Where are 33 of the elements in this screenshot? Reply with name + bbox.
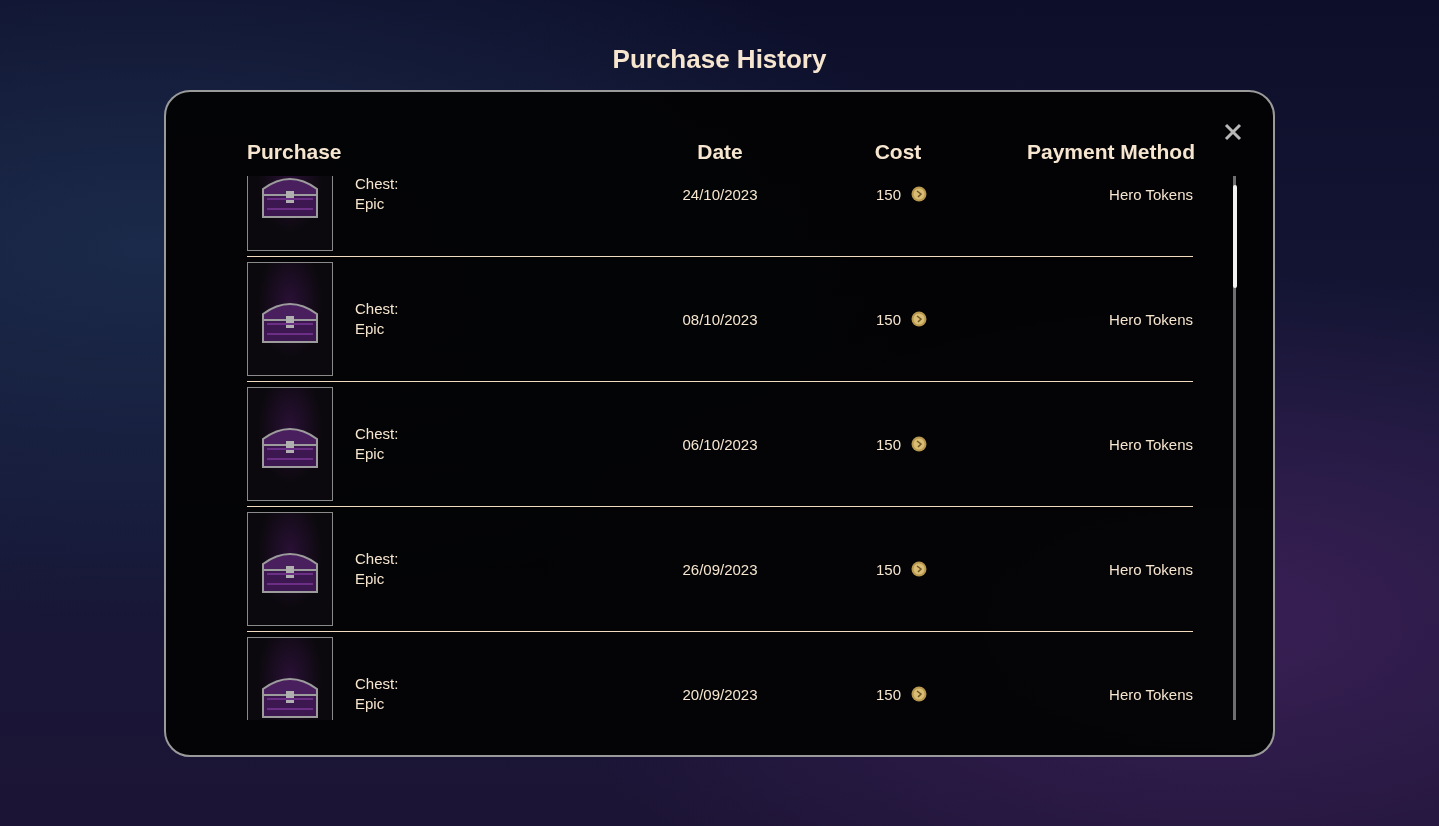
treasure-chest-icon (259, 176, 321, 219)
column-header: Payment Method (1025, 140, 1195, 164)
payment-method: Hero Tokens (1108, 685, 1193, 703)
coin-icon (911, 686, 928, 702)
payment-method: Hero Tokens (1108, 560, 1193, 578)
dialog-title: Purchase History (612, 44, 827, 74)
payment-method: Hero Tokens (1108, 310, 1193, 328)
item-name: Chest: Epic (354, 674, 400, 714)
purchase-date: 06/10/2023 (681, 435, 759, 453)
column-header: Date (696, 140, 744, 164)
purchase-date: 24/10/2023 (681, 185, 759, 203)
cost-amount: 150 (876, 685, 902, 703)
purchase-date: 20/09/2023 (681, 685, 759, 703)
cost-amount: 150 (876, 310, 902, 328)
close-icon (1224, 123, 1242, 141)
cost-amount: 150 (876, 435, 902, 453)
column-header: Purchase (247, 140, 343, 164)
cost-amount: 150 (876, 560, 902, 578)
item-name: Chest: Epic (354, 424, 400, 464)
cost-amount: 150 (876, 185, 902, 203)
scrollbar-thumb[interactable] (1232, 185, 1237, 288)
item-name: Chest: Epic (354, 549, 400, 589)
purchase-date: 26/09/2023 (681, 560, 759, 578)
coin-icon (911, 311, 928, 327)
item-name: Chest: Epic (354, 299, 400, 339)
payment-method: Hero Tokens (1108, 435, 1193, 453)
purchase-date: 08/10/2023 (681, 310, 759, 328)
item-name: Chest: Epic (354, 176, 400, 214)
coin-icon (911, 561, 928, 577)
coin-icon (911, 186, 928, 202)
payment-method: Hero Tokens (1108, 185, 1193, 203)
column-header: Cost (873, 140, 923, 164)
coin-icon (911, 436, 928, 452)
